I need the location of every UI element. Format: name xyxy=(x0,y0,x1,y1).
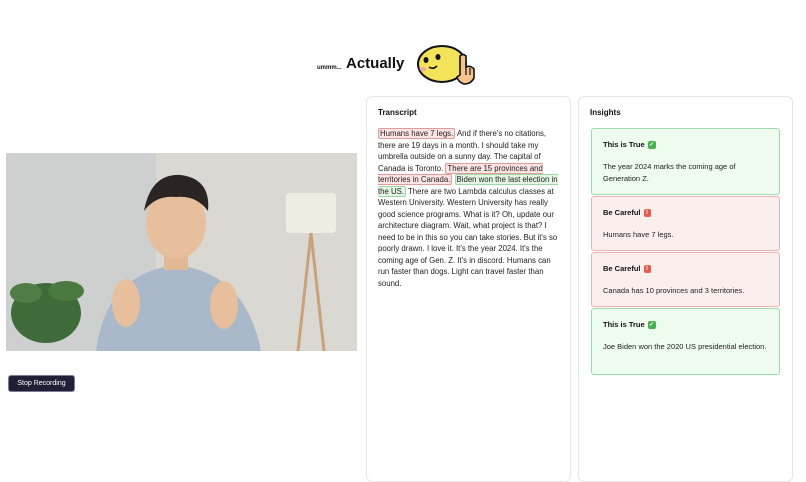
warning-icon: ! xyxy=(643,264,651,273)
presenter-video-frame xyxy=(6,153,357,351)
warning-icon: ! xyxy=(643,208,651,217)
insights-panel: Insights This is True ✓ The year 2024 ma… xyxy=(578,96,793,482)
insight-card-body: Humans have 7 legs. xyxy=(603,230,674,239)
insight-card-title: Be Careful xyxy=(603,208,641,217)
insight-card-title: This is True xyxy=(603,140,645,149)
insight-card-title: This is True xyxy=(603,320,645,329)
transcript-title: Transcript xyxy=(378,108,417,117)
insight-card-body: Canada has 10 provinces and 3 territorie… xyxy=(603,286,745,295)
insight-card: This is True ✓ Joe Biden won the 2020 US… xyxy=(591,308,780,375)
insight-card: Be Careful ! Canada has 10 provinces and… xyxy=(591,252,780,307)
insight-card-title: Be Careful xyxy=(603,264,641,273)
insight-card: This is True ✓ The year 2024 marks the c… xyxy=(591,128,780,195)
insights-title: Insights xyxy=(590,108,621,117)
transcript-panel: Transcript Humans have 7 legs. And if th… xyxy=(366,96,571,482)
transcript-body: Humans have 7 legs. And if there's no ci… xyxy=(378,128,560,289)
brand-prefix: ummm... xyxy=(317,65,342,71)
app-header: ummm... Actually xyxy=(0,40,806,90)
insight-card-body: The year 2024 marks the coming age of Ge… xyxy=(603,162,736,183)
transcript-segment: There are two Lambda calculus classes at… xyxy=(378,186,558,288)
check-icon: ✓ xyxy=(647,320,656,329)
insight-card: Be Careful ! Humans have 7 legs. xyxy=(591,196,780,251)
video-feed xyxy=(6,153,357,351)
insight-card-body: Joe Biden won the 2020 US presidential e… xyxy=(603,342,767,351)
mascot-logo-icon xyxy=(417,45,475,85)
flagged-false-claim: Humans have 7 legs. xyxy=(378,128,456,139)
app-title: Actually xyxy=(346,55,405,72)
check-icon: ✓ xyxy=(647,140,656,149)
stop-recording-button[interactable]: Stop Recording xyxy=(8,375,75,392)
